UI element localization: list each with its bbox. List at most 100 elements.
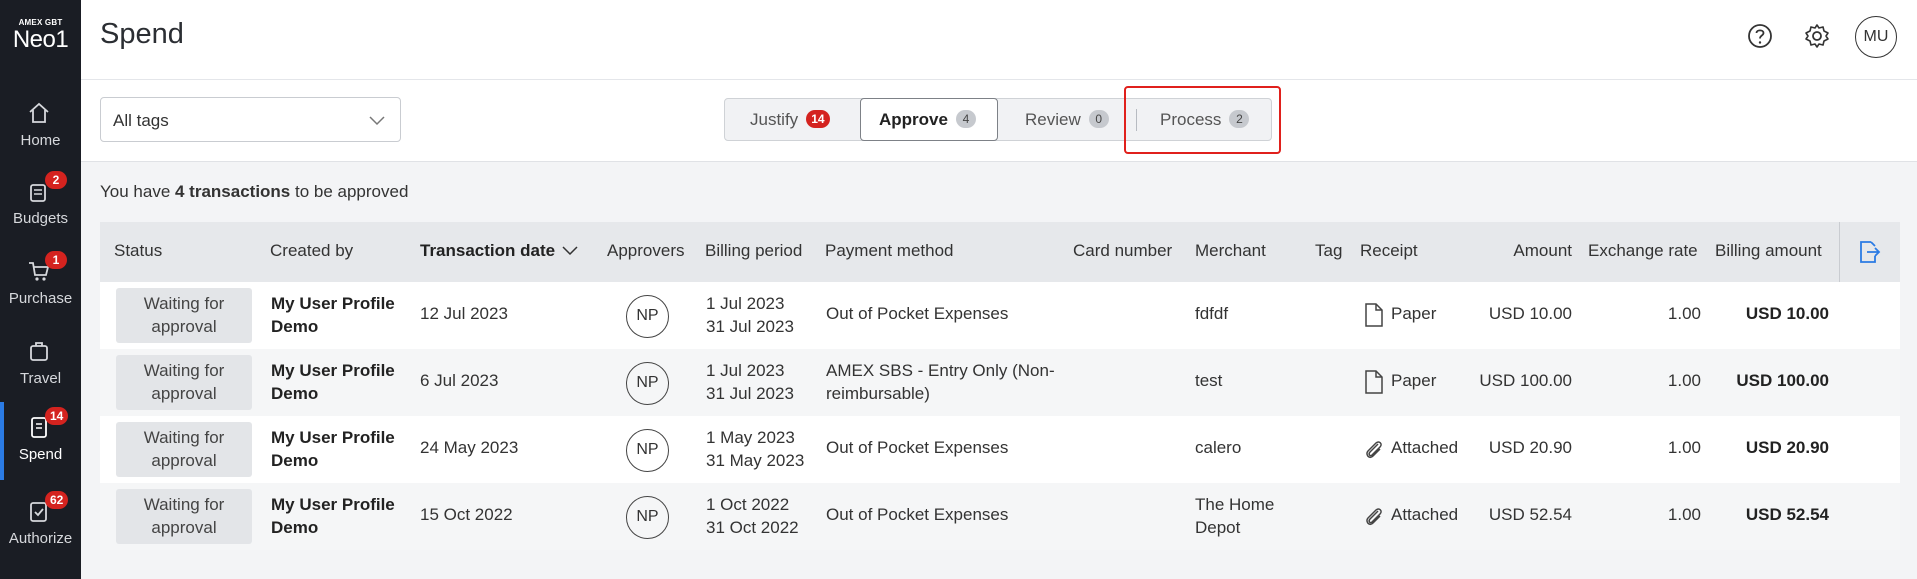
status-line-2: approval <box>151 384 217 403</box>
nav-label-authorize: Authorize <box>8 530 73 547</box>
sidebar: AMEX GBT Neo1 Home 2 Budgets 1 Purchase … <box>0 0 81 579</box>
brand-logo[interactable]: AMEX GBT Neo1 <box>0 18 81 53</box>
suitcase-icon <box>30 342 48 361</box>
col-created-by[interactable]: Created by <box>270 241 353 261</box>
table-row[interactable]: Waiting for approval My User Profile Demo … <box>100 282 1900 349</box>
tab-review-count: 0 <box>1088 110 1109 128</box>
col-card-number[interactable]: Card number <box>1073 241 1172 261</box>
payment-method-cell: AMEX SBS - Entry Only (Non-reimbursable) <box>826 359 1055 405</box>
receipt-cell[interactable]: Paper <box>1391 304 1436 324</box>
summary-suffix: to be approved <box>290 182 409 201</box>
created-by-line-2: Demo <box>271 384 319 403</box>
help-icon[interactable] <box>1744 20 1776 52</box>
nav-label-spend: Spend <box>18 446 63 463</box>
col-tag[interactable]: Tag <box>1315 241 1342 261</box>
receipt-cell[interactable]: Attached <box>1391 438 1458 458</box>
tab-justify[interactable]: Justify 14 <box>750 99 830 140</box>
nav-badge-authorize: 62 <box>45 491 69 509</box>
tags-dropdown[interactable]: All tags <box>100 97 401 142</box>
export-icon[interactable] <box>1854 238 1882 266</box>
approver-avatar[interactable]: NP <box>626 295 669 338</box>
status-badge: Waiting for approval <box>116 288 252 343</box>
nav-badge-spend: 14 <box>45 407 69 425</box>
approval-summary: You have 4 transactions to be approved <box>100 182 408 202</box>
table-header: Status Created by Transaction date Appro… <box>100 222 1900 282</box>
approver-avatar[interactable]: NP <box>626 429 669 472</box>
approver-avatar[interactable]: NP <box>626 496 669 539</box>
created-by-line-2: Demo <box>271 451 319 470</box>
created-by-cell: My User Profile Demo <box>271 292 395 338</box>
transaction-date-cell: 24 May 2023 <box>420 438 519 457</box>
settings-gear-icon[interactable] <box>1801 20 1833 52</box>
merchant-line-1: The Home <box>1195 495 1275 514</box>
col-status[interactable]: Status <box>114 241 162 261</box>
table-row[interactable]: Waiting for approval My User Profile Demo … <box>100 416 1900 483</box>
status-badge: Waiting for approval <box>116 422 252 477</box>
billing-amount-cell: USD 20.90 <box>1745 438 1829 457</box>
process-tab-highlight <box>1124 86 1281 154</box>
sort-desc-icon <box>562 246 578 256</box>
exchange-rate-cell: 1.00 <box>1667 505 1701 524</box>
user-avatar[interactable]: MU <box>1855 16 1897 58</box>
status-line-2: approval <box>151 317 217 336</box>
tab-approve-count: 4 <box>955 110 976 128</box>
col-approvers[interactable]: Approvers <box>607 241 684 261</box>
nav-label-purchase: Purchase <box>8 290 73 307</box>
billing-amount-cell: USD 100.00 <box>1736 371 1829 390</box>
nav-item-budgets[interactable]: 2 Budgets <box>0 166 81 244</box>
status-badge: Waiting for approval <box>116 489 252 544</box>
created-by-line-1: My User Profile <box>271 495 395 514</box>
col-transaction-date[interactable]: Transaction date <box>420 241 579 261</box>
filter-bar: All tags Justify 14 Approve 4 Review 0 Proc… <box>81 80 1917 162</box>
col-payment-method[interactable]: Payment method <box>825 241 954 261</box>
receipt-cell[interactable]: Attached <box>1391 505 1458 525</box>
page-header: Spend MU <box>81 0 1917 80</box>
nav-label-home: Home <box>20 132 61 149</box>
document-icon <box>1365 303 1383 327</box>
billing-amount-cell: USD 10.00 <box>1745 304 1829 323</box>
col-merchant[interactable]: Merchant <box>1195 241 1266 261</box>
payment-method-cell: Out of Pocket Expenses <box>826 438 1009 457</box>
paperclip-icon <box>1366 508 1382 526</box>
nav-item-spend[interactable]: 14 Spend <box>0 402 81 480</box>
brand-name: Neo1 <box>12 26 69 53</box>
nav-item-authorize[interactable]: 62 Authorize <box>0 486 81 564</box>
nav-item-purchase[interactable]: 1 Purchase <box>0 246 81 324</box>
receipt-cell[interactable]: Paper <box>1391 371 1436 391</box>
created-by-line-2: Demo <box>271 317 319 336</box>
paperclip-icon <box>1366 441 1382 459</box>
status-line-2: approval <box>151 518 217 537</box>
col-exchange-rate[interactable]: Exchange rate <box>1588 241 1698 261</box>
created-by-cell: My User Profile Demo <box>271 426 395 472</box>
billing-amount-cell: USD 52.54 <box>1745 505 1829 524</box>
amount-cell: USD 100.00 <box>1479 371 1572 390</box>
tab-approve[interactable]: Approve 4 <box>860 98 998 141</box>
nav-item-home[interactable]: Home <box>0 88 81 166</box>
status-line-1: Waiting for <box>143 294 225 313</box>
created-by-line-2: Demo <box>271 518 319 537</box>
col-billing-period[interactable]: Billing period <box>705 241 802 261</box>
summary-prefix: You have <box>100 182 175 201</box>
col-amount[interactable]: Amount <box>1470 241 1572 261</box>
merchant-cell: calero <box>1195 438 1242 457</box>
status-badge: Waiting for approval <box>116 355 252 410</box>
table-row[interactable]: Waiting for approval My User Profile Demo … <box>100 349 1900 416</box>
col-transaction-date-label: Transaction date <box>420 241 556 260</box>
col-billing-amount[interactable]: Billing amount <box>1715 241 1822 261</box>
payment-method-line-1: AMEX SBS - Entry Only (Non- <box>826 361 1055 380</box>
created-by-line-1: My User Profile <box>271 428 395 447</box>
tab-review[interactable]: Review 0 <box>1025 99 1109 140</box>
amount-cell: USD 10.00 <box>1488 304 1572 323</box>
document-icon <box>1365 370 1383 394</box>
nav-label-budgets: Budgets <box>12 210 69 227</box>
amount-cell: USD 20.90 <box>1488 438 1572 457</box>
exchange-rate-cell: 1.00 <box>1667 371 1701 390</box>
approver-avatar[interactable]: NP <box>626 362 669 405</box>
billing-period-cell: 1 Oct 2022 31 Oct 2022 <box>706 493 799 539</box>
page-title: Spend <box>100 18 184 50</box>
status-line-2: approval <box>151 451 217 470</box>
transaction-date-cell: 15 Oct 2022 <box>420 505 513 524</box>
nav-item-travel[interactable]: Travel <box>0 326 81 404</box>
table-row[interactable]: Waiting for approval My User Profile Demo … <box>100 483 1900 550</box>
col-receipt[interactable]: Receipt <box>1360 241 1418 261</box>
